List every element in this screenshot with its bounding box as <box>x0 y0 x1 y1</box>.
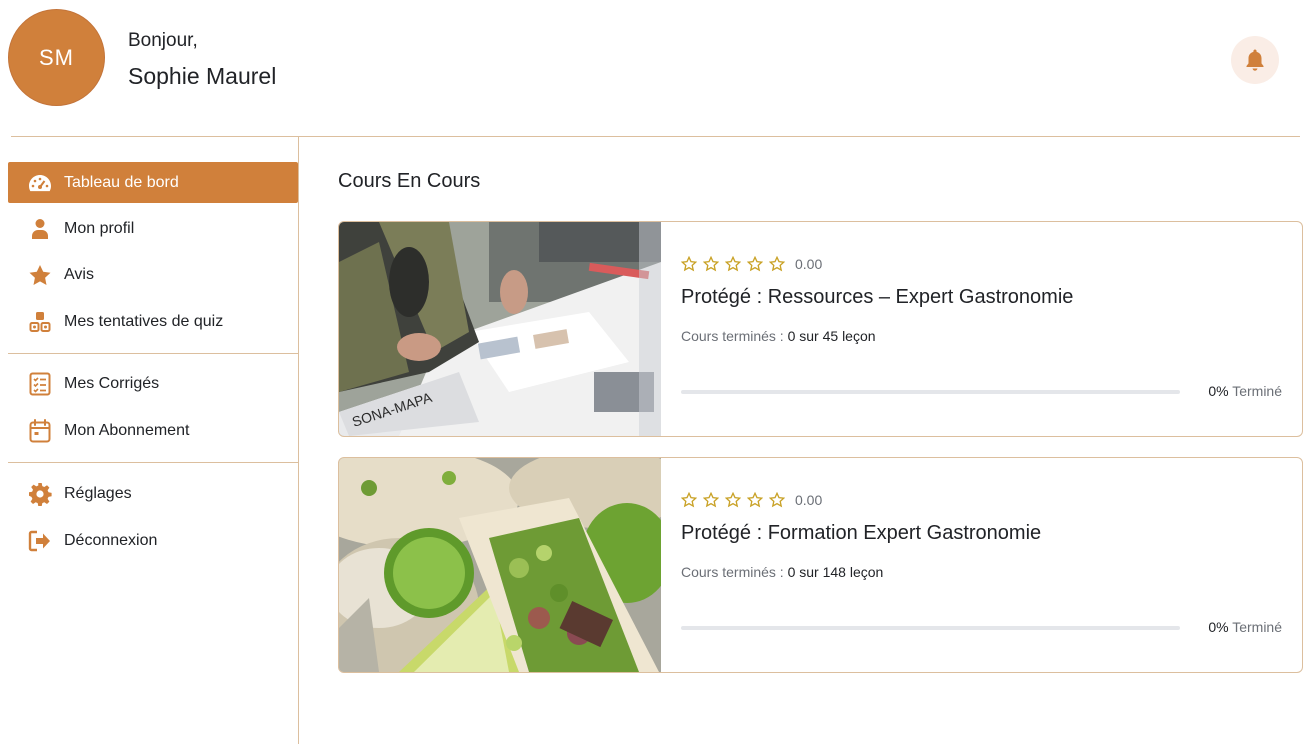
sidebar-item-label: Mon profil <box>64 219 135 237</box>
course-title[interactable]: Protégé : Ressources – Expert Gastronomi… <box>681 286 1073 309</box>
sidebar-item-label: Mes Corrigés <box>64 374 160 392</box>
section-title: Cours En Cours <box>338 170 481 192</box>
sidebar-item-quiz-attempts[interactable]: Mes tentatives de quiz <box>8 301 298 342</box>
percent-value: 0% <box>1208 619 1229 635</box>
star-outline-icon <box>703 256 719 272</box>
notifications-button[interactable] <box>1231 36 1279 84</box>
calendar-icon <box>27 418 53 444</box>
sidebar-item-reviews[interactable]: Avis <box>8 254 298 295</box>
sidebar-item-label: Déconnexion <box>64 531 158 549</box>
course-card[interactable]: 0.00 Protégé : Formation Expert Gastrono… <box>338 457 1303 673</box>
rating-value: 0.00 <box>795 492 823 508</box>
course-thumbnail[interactable]: SONA-MAPA <box>339 222 661 436</box>
course-body: 0.00 Protégé : Ressources – Expert Gastr… <box>681 222 1282 436</box>
lessons-value: 0 sur 45 leçon <box>787 328 876 344</box>
gear-icon <box>27 481 53 507</box>
sidebar-item-settings[interactable]: Réglages <box>8 473 298 514</box>
lessons-progress: Cours terminés : 0 sur 148 leçon <box>681 564 883 580</box>
user-icon <box>27 216 53 242</box>
star-outline-icon <box>703 492 719 508</box>
percent-label: Terminé <box>1232 619 1282 635</box>
star-outline-icon <box>725 492 741 508</box>
sidebar-item-profile[interactable]: Mon profil <box>8 208 298 249</box>
completion-percent: 0% Terminé <box>1208 619 1282 635</box>
header-divider <box>11 136 1300 137</box>
tacos-photo <box>339 458 661 672</box>
star-outline-icon <box>725 256 741 272</box>
star-outline-icon <box>681 256 697 272</box>
rating-stars: 0.00 <box>681 492 822 508</box>
progress-bar <box>681 390 1180 394</box>
quiz-icon <box>27 309 53 335</box>
percent-value: 0% <box>1208 383 1229 399</box>
sidebar-item-subscription[interactable]: Mon Abonnement <box>8 410 298 451</box>
checklist-icon <box>27 371 53 397</box>
sidebar-item-dashboard[interactable]: Tableau de bord <box>8 162 298 203</box>
rating-stars: 0.00 <box>681 256 822 272</box>
course-body: 0.00 Protégé : Formation Expert Gastrono… <box>681 458 1282 672</box>
completion-percent: 0% Terminé <box>1208 383 1282 399</box>
sidebar-item-label: Mes tentatives de quiz <box>64 312 224 330</box>
progress-bar <box>681 626 1180 630</box>
lessons-value: 0 sur 148 leçon <box>787 564 884 580</box>
course-card[interactable]: SONA-MAPA 0.00 Protégé : Ressources – Ex… <box>338 221 1303 437</box>
percent-label: Terminé <box>1232 383 1282 399</box>
sidebar-separator <box>8 462 298 463</box>
magazine-photo: SONA-MAPA <box>339 222 661 436</box>
sidebar-item-label: Tableau de bord <box>64 173 179 191</box>
star-outline-icon <box>769 492 785 508</box>
course-title[interactable]: Protégé : Formation Expert Gastronomie <box>681 522 1041 545</box>
logout-icon <box>27 528 53 554</box>
bell-icon <box>1246 49 1264 71</box>
sidebar-item-label: Mon Abonnement <box>64 421 190 439</box>
star-icon <box>27 262 53 288</box>
sidebar-item-corrections[interactable]: Mes Corrigés <box>8 363 298 404</box>
greeting: Bonjour, <box>128 30 198 51</box>
star-outline-icon <box>681 492 697 508</box>
dashboard-icon <box>27 170 53 196</box>
avatar-initials: SM <box>39 44 74 70</box>
user-name: Sophie Maurel <box>128 63 277 89</box>
sidebar-item-logout[interactable]: Déconnexion <box>8 520 298 561</box>
avatar[interactable]: SM <box>8 9 105 106</box>
star-outline-icon <box>747 256 763 272</box>
course-thumbnail[interactable] <box>339 458 661 672</box>
sidebar-separator <box>8 353 298 354</box>
lessons-progress: Cours terminés : 0 sur 45 leçon <box>681 328 876 344</box>
sidebar-divider <box>298 137 299 744</box>
lessons-label: Cours terminés : <box>681 328 784 344</box>
sidebar-item-label: Réglages <box>64 484 132 502</box>
star-outline-icon <box>769 256 785 272</box>
lessons-label: Cours terminés : <box>681 564 784 580</box>
rating-value: 0.00 <box>795 256 823 272</box>
star-outline-icon <box>747 492 763 508</box>
sidebar-item-label: Avis <box>64 265 94 283</box>
